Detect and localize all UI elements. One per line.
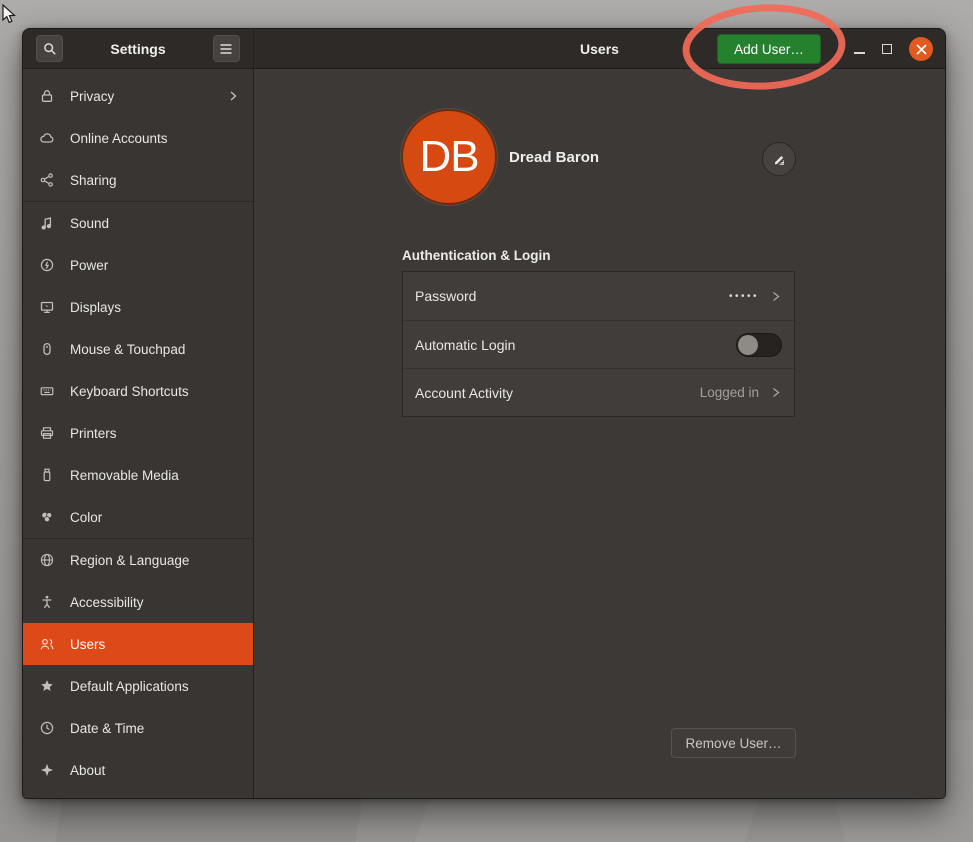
account-activity-label: Account Activity: [415, 385, 692, 401]
sidebar-item-sound[interactable]: Sound: [23, 202, 253, 244]
sidebar-item-label: Date & Time: [70, 721, 239, 736]
sidebar-item-label: Displays: [70, 300, 239, 315]
mouse-cursor: [2, 4, 17, 26]
user-name: Dread Baron: [509, 149, 599, 166]
lock-icon: [39, 88, 55, 104]
remove-user-button[interactable]: Remove User…: [671, 728, 796, 758]
sidebar-item-mouse-touchpad[interactable]: Mouse & Touchpad: [23, 328, 253, 370]
menu-button[interactable]: [213, 35, 240, 62]
sidebar-item-date-time[interactable]: Date & Time: [23, 707, 253, 749]
chevron-right-icon: [769, 289, 782, 304]
password-row[interactable]: Password •••••: [403, 272, 794, 320]
automatic-login-label: Automatic Login: [415, 337, 728, 353]
sidebar-item-label: Power: [70, 258, 239, 273]
usb-drive-icon: [39, 467, 55, 483]
edit-user-button[interactable]: [762, 142, 796, 176]
sidebar-item-label: Keyboard Shortcuts: [70, 384, 239, 399]
sidebar-item-label: Default Applications: [70, 679, 239, 694]
sidebar-item-online-accounts[interactable]: Online Accounts: [23, 117, 253, 159]
add-user-button[interactable]: Add User…: [717, 34, 821, 64]
hamburger-menu-icon: [219, 43, 233, 55]
sidebar-item-label: Accessibility: [70, 595, 239, 610]
sidebar-item-label: Online Accounts: [70, 131, 239, 146]
toggle-knob: [738, 335, 758, 355]
password-dots: •••••: [729, 291, 759, 302]
globe-icon: [39, 552, 55, 568]
music-note-icon: [39, 215, 55, 231]
sidebar-item-label: Color: [70, 510, 239, 525]
automatic-login-row: Automatic Login: [403, 320, 794, 368]
user-avatar[interactable]: DB: [401, 109, 497, 205]
printer-icon: [39, 425, 55, 441]
sidebar-item-privacy[interactable]: Privacy: [23, 75, 253, 117]
chevron-right-icon: [227, 89, 239, 103]
maximize-button[interactable]: [882, 44, 892, 54]
sidebar-item-label: Mouse & Touchpad: [70, 342, 239, 357]
sidebar-item-color[interactable]: Color: [23, 496, 253, 538]
search-button[interactable]: [36, 35, 63, 62]
cloud-icon: [39, 130, 55, 146]
main-headerbar: Users Add User…: [254, 29, 945, 69]
minimize-button[interactable]: [854, 52, 865, 54]
sidebar-item-accessibility[interactable]: Accessibility: [23, 581, 253, 623]
settings-window: Settings Users Add User… Privacy: [22, 28, 946, 799]
sidebar-item-users[interactable]: Users: [23, 623, 253, 665]
sidebar-headerbar: Settings: [23, 29, 254, 69]
users-panel: DB Dread Baron Authentication & Login Pa…: [254, 69, 945, 798]
two-users-icon: [39, 636, 55, 652]
sidebar-item-about[interactable]: About: [23, 749, 253, 791]
clock-icon: [39, 720, 55, 736]
power-icon: [39, 257, 55, 273]
sidebar-item-label: Region & Language: [70, 553, 239, 568]
sidebar-item-removable-media[interactable]: Removable Media: [23, 454, 253, 496]
sidebar-item-displays[interactable]: Displays: [23, 286, 253, 328]
sidebar-item-label: About: [70, 763, 239, 778]
page-title: Users: [254, 29, 945, 69]
window-controls: [854, 29, 933, 69]
sidebar-item-label: Removable Media: [70, 468, 239, 483]
auth-login-list: Password ••••• Automatic Login Account A…: [402, 271, 795, 417]
keyboard-icon: [39, 383, 55, 399]
sidebar-item-label: Sound: [70, 216, 239, 231]
sidebar-item-power[interactable]: Power: [23, 244, 253, 286]
sparkle-icon: [39, 762, 55, 778]
sidebar-item-printers[interactable]: Printers: [23, 412, 253, 454]
account-activity-value: Logged in: [700, 385, 759, 400]
search-icon: [42, 41, 58, 57]
account-activity-row[interactable]: Account Activity Logged in: [403, 368, 794, 416]
edit-pencil-icon: [771, 151, 788, 168]
app-title: Settings: [110, 41, 165, 57]
sidebar-item-region-language[interactable]: Region & Language: [23, 539, 253, 581]
password-label: Password: [415, 288, 721, 304]
close-icon: [916, 44, 927, 55]
mouse-icon: [39, 341, 55, 357]
section-title: Authentication & Login: [402, 248, 550, 263]
display-icon: [39, 299, 55, 315]
sidebar-item-label: Sharing: [70, 173, 239, 188]
automatic-login-toggle[interactable]: [736, 333, 782, 357]
settings-sidebar: Privacy Online Accounts Sharing Sound Po…: [23, 69, 254, 798]
close-button[interactable]: [909, 37, 933, 61]
sidebar-item-keyboard-shortcuts[interactable]: Keyboard Shortcuts: [23, 370, 253, 412]
sidebar-item-default-applications[interactable]: Default Applications: [23, 665, 253, 707]
star-icon: [39, 678, 55, 694]
sidebar-item-label: Privacy: [70, 89, 212, 104]
chevron-right-icon: [769, 385, 782, 400]
sidebar-item-label: Printers: [70, 426, 239, 441]
share-icon: [39, 172, 55, 188]
color-circles-icon: [39, 509, 55, 525]
accessibility-icon: [39, 594, 55, 610]
sidebar-item-label: Users: [70, 637, 239, 652]
sidebar-item-sharing[interactable]: Sharing: [23, 159, 253, 201]
